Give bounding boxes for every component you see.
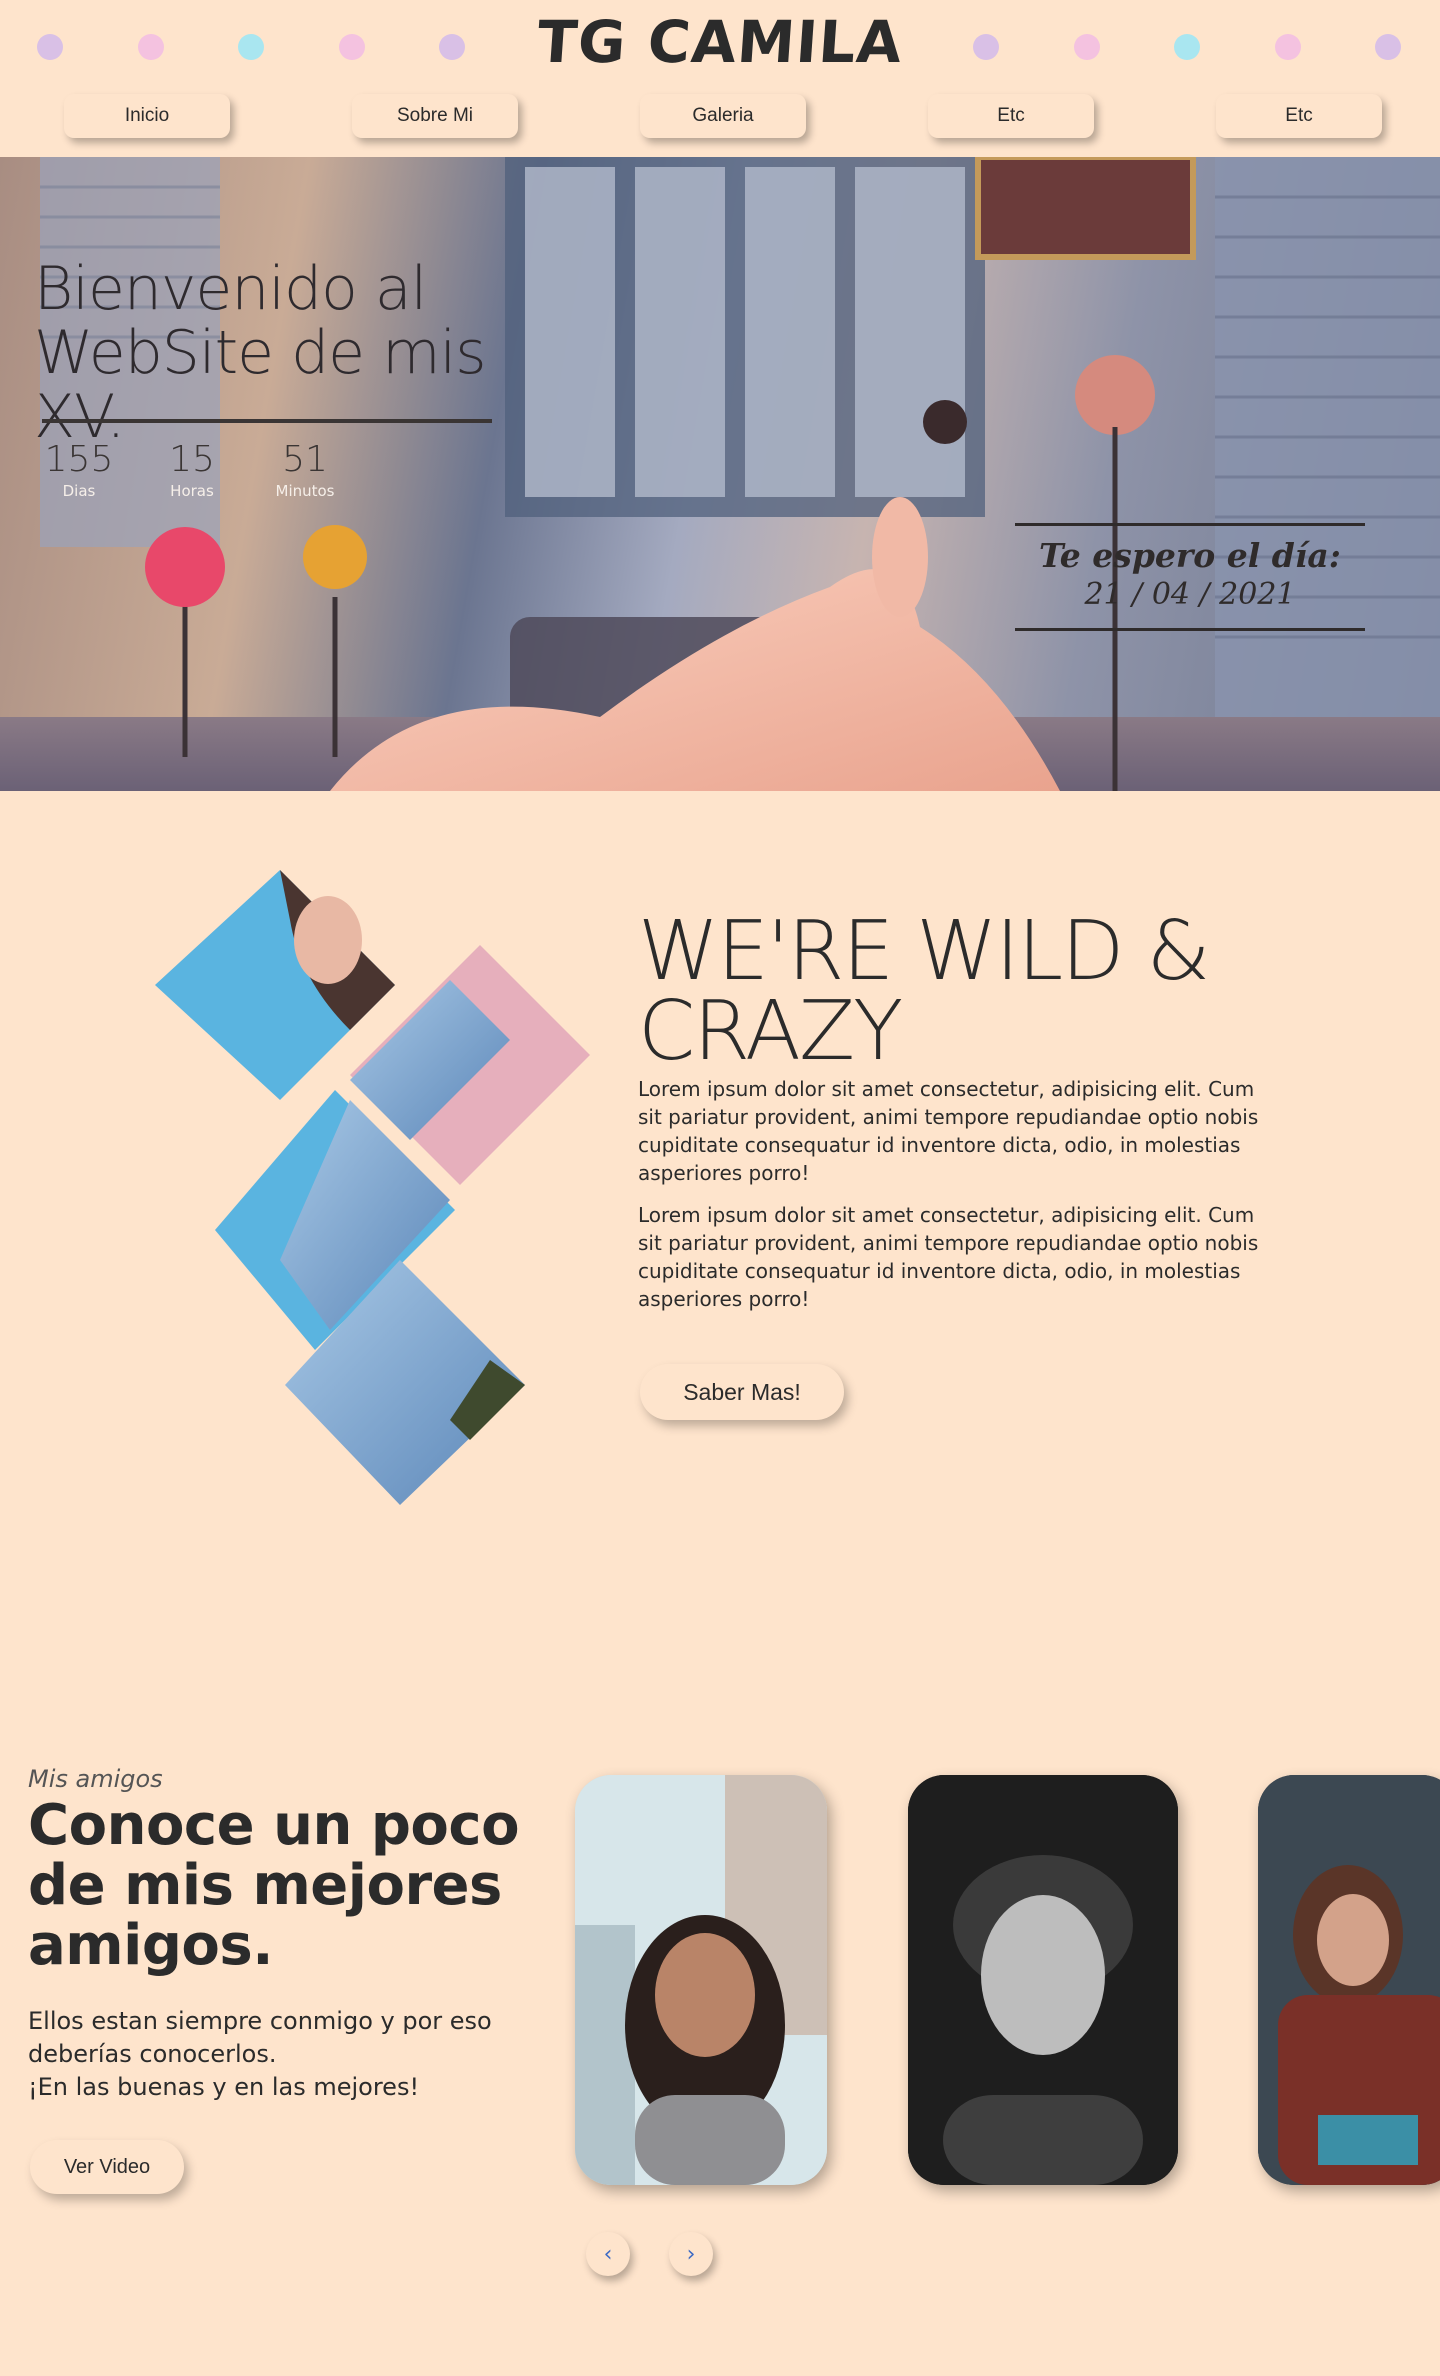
event-date-title: Te espero el día: [1039,536,1341,575]
friends-text-line1: Ellos estan siempre conmigo y por eso [28,2007,492,2035]
about-heading-line2: CRAZY [638,984,903,1079]
friends-text-line2: deberías conocerlos. [28,2040,277,2068]
countdown-days: 155 Dias [24,439,134,500]
friends-description: Ellos estan siempre conmigo y por eso de… [28,2005,548,2104]
friend-card-1[interactable] [575,1775,827,2185]
about-paragraph-1: Lorem ipsum dolor sit amet consectetur, … [638,1077,1259,1185]
countdown-hours-value: 15 [169,439,215,480]
countdown-days-label: Dias [62,482,96,500]
nav-sobre-mi-button[interactable]: Sobre Mi [352,94,518,138]
countdown-days-value: 155 [44,439,114,480]
carousel-next-button[interactable]: › [669,2232,713,2276]
photo-collage-image [155,870,590,1505]
nav-etc-button[interactable]: Etc [928,94,1094,138]
carousel-prev-button[interactable]: ‹ [586,2232,630,2276]
countdown-minutes-value: 51 [282,439,328,480]
site-title: TG CAMILA [535,8,905,76]
countdown-minutes-label: Minutos [275,482,335,500]
friends-text-line3: ¡En las buenas y en las mejores! [28,2073,420,2101]
chevron-left-icon: ‹ [603,2241,613,2267]
friends-title: Conoce un poco de mis mejores amigos. [28,1793,520,1978]
hero-heading-line2: WebSite de mis XV. [34,318,487,452]
friends-eyebrow: Mis amigos [28,1765,163,1793]
hero-banner: Bienvenido al WebSite de mis XV. 155 Dia… [0,157,1440,791]
friend-photo-3 [1258,1775,1440,2185]
countdown-minutes: 51 Minutos [250,439,360,500]
ver-video-button[interactable]: Ver Video [30,2140,184,2194]
friend-photo-2 [908,1775,1178,2185]
about-paragraph-2: Lorem ipsum dolor sit amet consectetur, … [638,1203,1259,1311]
about-heading: WE'RE WILD & CRAZY [638,911,1258,1073]
friend-photo-1 [575,1775,827,2185]
friend-card-3[interactable] [1258,1775,1440,2185]
nav-etc-button-2[interactable]: Etc [1216,94,1382,138]
event-date-box: Te espero el día: 21 / 04 / 2021 [1015,523,1365,631]
nav-galeria-button[interactable]: Galeria [640,94,806,138]
countdown-hours: 15 Horas [137,439,247,500]
hero-divider [42,419,492,423]
event-date-value: 21 / 04 / 2021 [1084,577,1296,612]
nav-inicio-button[interactable]: Inicio [64,94,230,138]
friend-card-2[interactable] [908,1775,1178,2185]
hero-heading-line1: Bienvenido al [34,254,427,324]
chevron-right-icon: › [686,2241,696,2267]
countdown-hours-label: Horas [170,482,214,500]
saber-mas-button[interactable]: Saber Mas! [640,1364,844,1420]
main-nav: Inicio Sobre Mi Galeria Etc Etc [0,94,1440,140]
